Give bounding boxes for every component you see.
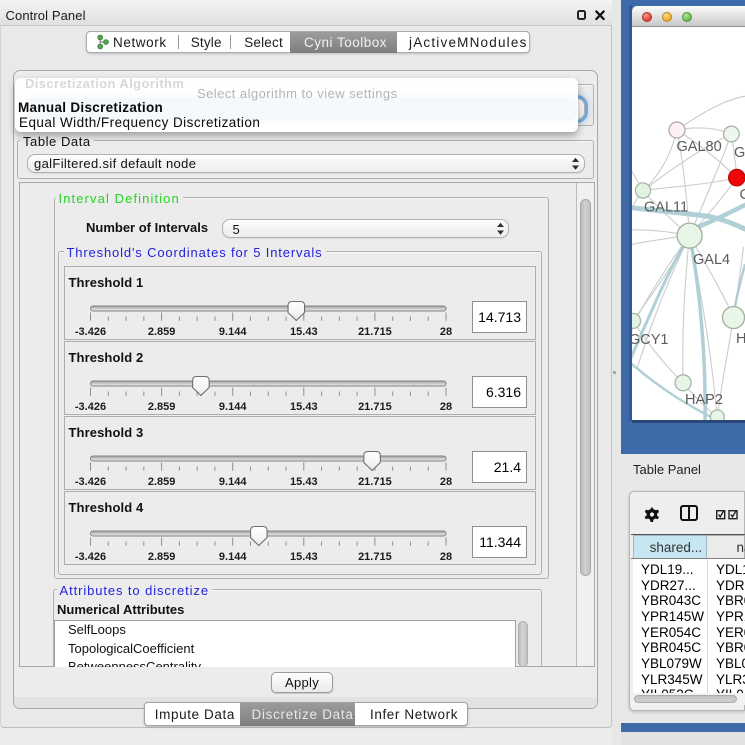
- svg-text:15.43: 15.43: [290, 326, 318, 338]
- svg-text:2.859: 2.859: [147, 476, 175, 488]
- svg-text:21.715: 21.715: [358, 401, 392, 413]
- svg-text:21.715: 21.715: [358, 326, 392, 338]
- svg-text:-3.426: -3.426: [74, 401, 105, 413]
- svg-text:2.859: 2.859: [147, 326, 175, 338]
- svg-text:-3.426: -3.426: [74, 476, 105, 488]
- svg-text:G.: G.: [734, 145, 745, 161]
- svg-text:2.859: 2.859: [147, 401, 175, 413]
- svg-text:28: 28: [439, 476, 451, 488]
- svg-text:GAL4: GAL4: [693, 252, 730, 268]
- svg-text:9.144: 9.144: [218, 326, 246, 338]
- svg-text:9.144: 9.144: [218, 476, 246, 488]
- svg-text:28: 28: [439, 551, 451, 563]
- svg-text:-3.426: -3.426: [74, 326, 105, 338]
- svg-text:21.715: 21.715: [358, 551, 392, 563]
- svg-text:28: 28: [439, 401, 451, 413]
- svg-text:15.43: 15.43: [290, 476, 318, 488]
- svg-text:GAL11: GAL11: [644, 200, 688, 216]
- svg-text:GAL80: GAL80: [677, 139, 722, 155]
- svg-text:C: C: [740, 187, 745, 203]
- svg-text:21.715: 21.715: [358, 476, 392, 488]
- svg-text:2.859: 2.859: [147, 551, 175, 563]
- svg-text:GCY1: GCY1: [632, 332, 669, 348]
- svg-text:15.43: 15.43: [290, 551, 318, 563]
- svg-text:-3.426: -3.426: [74, 551, 105, 563]
- svg-text:15.43: 15.43: [290, 401, 318, 413]
- svg-text:9.144: 9.144: [218, 551, 246, 563]
- svg-text:28: 28: [439, 326, 451, 338]
- svg-text:HAP2: HAP2: [685, 392, 723, 408]
- svg-text:H: H: [736, 331, 745, 347]
- svg-text:9.144: 9.144: [218, 401, 246, 413]
